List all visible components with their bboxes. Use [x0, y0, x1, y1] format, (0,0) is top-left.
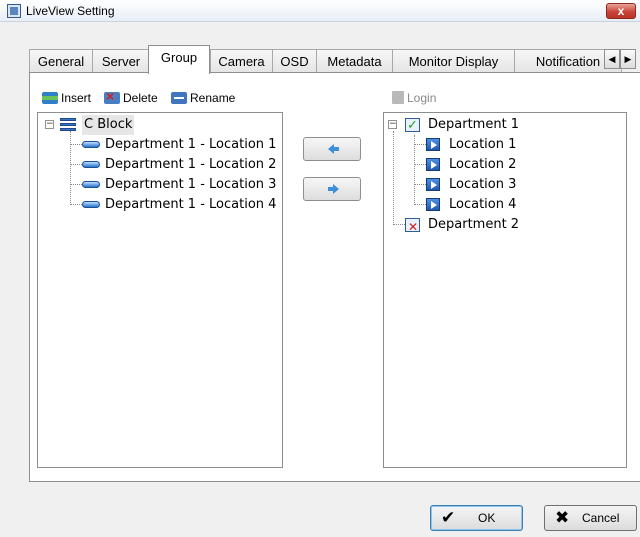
login-button[interactable]: Login — [392, 89, 436, 107]
tab-metadata[interactable]: Metadata — [316, 49, 393, 73]
tree-node-label: Department 2 — [428, 217, 520, 232]
tree-connector — [70, 131, 71, 203]
tree-connector — [70, 164, 82, 165]
tree-node-label: Location 2 — [449, 157, 517, 172]
tree-node-label: Department 1 - Location 3 — [105, 177, 277, 192]
move-right-button[interactable] — [303, 177, 361, 201]
camera-icon — [82, 201, 100, 208]
tree-connector — [414, 164, 426, 165]
tree-node-department-1[interactable]: − Department 1 — [388, 115, 618, 136]
camera-icon — [82, 161, 100, 168]
collapse-icon[interactable]: − — [45, 120, 54, 129]
ok-label: OK — [478, 511, 496, 525]
tree-node-label: Department 1 — [428, 117, 520, 132]
app-icon — [7, 4, 21, 18]
tree-node-camera[interactable]: Department 1 - Location 3 — [82, 175, 282, 195]
insert-button[interactable]: Insert — [42, 89, 91, 107]
camera-icon — [82, 141, 100, 148]
tab-osd[interactable]: OSD — [272, 49, 317, 73]
arrow-right-icon — [328, 184, 339, 194]
check-icon: ✔ — [441, 508, 456, 527]
location-icon — [426, 138, 440, 151]
tab-scroll-left-button[interactable]: ◀ — [604, 49, 620, 69]
department-tree-panel[interactable]: − Department 1 Location 1 Location 2 Loc… — [383, 112, 627, 468]
delete-icon — [104, 87, 120, 105]
close-button[interactable]: x — [606, 3, 636, 19]
collapse-icon[interactable]: − — [388, 120, 397, 129]
tree-connector — [70, 204, 82, 205]
location-icon — [426, 158, 440, 171]
tree-node-camera[interactable]: Department 1 - Location 4 — [82, 195, 282, 215]
rename-button[interactable]: Rename — [171, 89, 235, 107]
title-bar: LiveView Setting x — [0, 0, 640, 22]
tab-general[interactable]: General — [29, 49, 93, 73]
tree-node-label: Location 4 — [449, 197, 517, 212]
cancel-label: Cancel — [582, 511, 620, 525]
tree-node-label: C Block — [82, 115, 135, 135]
tab-camera[interactable]: Camera — [210, 49, 273, 73]
department-online-icon — [405, 116, 420, 136]
insert-label: Insert — [61, 91, 92, 105]
tree-connector — [414, 144, 426, 145]
tree-connector — [70, 184, 82, 185]
tree-node-label: Department 1 - Location 4 — [105, 197, 277, 212]
tree-connector — [70, 144, 82, 145]
delete-button[interactable]: Delete — [104, 87, 158, 107]
tree-node-camera[interactable]: Department 1 - Location 2 — [82, 155, 282, 175]
tree-node-location[interactable]: Location 3 — [426, 175, 616, 195]
tree-connector — [414, 204, 426, 205]
tree-connector — [414, 135, 415, 205]
tab-server[interactable]: Server — [92, 49, 150, 73]
insert-icon — [42, 92, 58, 104]
arrow-left-icon — [328, 144, 339, 154]
tree-node-label: Location 1 — [449, 137, 517, 152]
group-tree-panel[interactable]: − C Block Department 1 - Location 1 Depa… — [37, 112, 283, 468]
group-icon — [60, 118, 76, 131]
tab-bar: General Server Group Camera OSD Metadata… — [29, 45, 640, 74]
tree-node-location[interactable]: Location 4 — [426, 195, 616, 215]
window-title: LiveView Setting — [26, 4, 115, 18]
delete-label: Delete — [123, 91, 158, 105]
move-left-button[interactable] — [303, 137, 361, 161]
cross-icon: ✖ — [555, 508, 570, 527]
tree-node-label: Location 3 — [449, 177, 517, 192]
tree-node-c-block[interactable]: − C Block — [42, 115, 272, 135]
tree-node-department-2[interactable]: Department 2 — [405, 215, 615, 237]
location-icon — [426, 178, 440, 191]
tree-node-camera[interactable]: Department 1 - Location 1 — [82, 135, 282, 155]
tree-node-location[interactable]: Location 2 — [426, 155, 616, 175]
tree-node-label: Department 1 - Location 2 — [105, 157, 277, 172]
tab-monitor-display[interactable]: Monitor Display — [392, 49, 515, 73]
tree-connector — [393, 131, 394, 223]
tree-node-label: Department 1 - Location 1 — [105, 137, 277, 152]
ok-button[interactable]: ✔ OK — [430, 505, 523, 531]
liveview-setting-window: LiveView Setting x General Server Group … — [0, 0, 640, 537]
login-label: Login — [407, 91, 437, 105]
department-offline-icon — [405, 217, 420, 237]
tab-group[interactable]: Group — [148, 45, 210, 74]
tree-connector — [414, 184, 426, 185]
camera-icon — [82, 181, 100, 188]
login-icon — [392, 91, 404, 104]
tree-connector — [393, 224, 405, 225]
tree-node-location[interactable]: Location 1 — [426, 135, 616, 155]
cancel-button[interactable]: ✖ Cancel — [544, 505, 637, 531]
rename-icon — [171, 92, 187, 104]
location-icon — [426, 198, 440, 211]
rename-label: Rename — [190, 91, 236, 105]
tab-scroll-right-button[interactable]: ▶ — [620, 49, 636, 69]
